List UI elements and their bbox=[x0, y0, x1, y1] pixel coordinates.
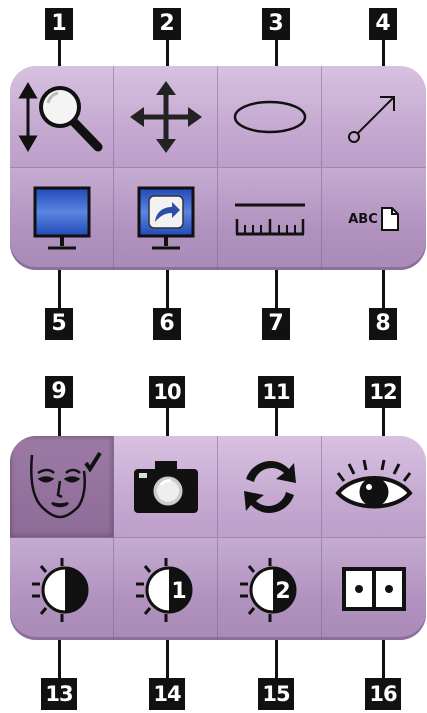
ruler-button[interactable] bbox=[218, 168, 322, 270]
callout-12: 12 bbox=[365, 376, 401, 408]
pan-icon bbox=[126, 77, 206, 157]
contrast-icon bbox=[27, 554, 97, 624]
callout-11: 11 bbox=[258, 376, 294, 408]
camera-button[interactable] bbox=[114, 436, 218, 538]
contrast-2-icon: 2 bbox=[235, 554, 305, 624]
callout-2: 2 bbox=[153, 8, 181, 40]
callout-4: 4 bbox=[369, 8, 397, 40]
callout-15: 15 bbox=[258, 678, 294, 710]
zoom-button[interactable] bbox=[10, 66, 114, 168]
face-check-button[interactable] bbox=[10, 436, 114, 538]
monitor-share-button[interactable] bbox=[114, 168, 218, 270]
annotation-text-button[interactable]: ABC bbox=[322, 168, 426, 270]
callout-14: 14 bbox=[149, 678, 185, 710]
callout-16: 16 bbox=[365, 678, 401, 710]
refresh-button[interactable] bbox=[218, 436, 322, 538]
camera-icon bbox=[131, 457, 201, 517]
monitor-icon bbox=[32, 186, 92, 252]
callout-6: 6 bbox=[153, 308, 181, 340]
ellipse-icon bbox=[230, 92, 310, 142]
image-tools-panel: ABC bbox=[10, 66, 426, 270]
callout-8: 8 bbox=[369, 308, 397, 340]
ellipse-button[interactable] bbox=[218, 66, 322, 168]
contrast-2-label: 2 bbox=[275, 579, 290, 604]
callout-1: 1 bbox=[45, 8, 73, 40]
dual-view-button[interactable] bbox=[322, 538, 426, 640]
annotation-text-label: ABC bbox=[348, 211, 378, 227]
contrast-2-button[interactable]: 2 bbox=[218, 538, 322, 640]
contrast-1-label: 1 bbox=[171, 579, 186, 604]
refresh-icon bbox=[238, 455, 302, 519]
monitor-button[interactable] bbox=[10, 168, 114, 270]
callout-10: 10 bbox=[149, 376, 185, 408]
arrow-button[interactable] bbox=[322, 66, 426, 168]
monitor-share-icon bbox=[136, 186, 196, 252]
eye-icon bbox=[334, 459, 414, 515]
zoom-icon bbox=[16, 77, 108, 157]
annotation-text-icon: ABC bbox=[348, 206, 400, 232]
view-tools-panel: 1 2 bbox=[10, 436, 426, 640]
ruler-icon bbox=[233, 201, 307, 237]
face-check-icon bbox=[20, 447, 104, 527]
eye-button[interactable] bbox=[322, 436, 426, 538]
contrast-1-icon: 1 bbox=[131, 554, 201, 624]
contrast-1-button[interactable]: 1 bbox=[114, 538, 218, 640]
callout-9: 9 bbox=[45, 376, 73, 408]
callout-3: 3 bbox=[262, 8, 290, 40]
pan-button[interactable] bbox=[114, 66, 218, 168]
contrast-button[interactable] bbox=[10, 538, 114, 640]
callout-13: 13 bbox=[41, 678, 77, 710]
arrow-icon bbox=[344, 87, 404, 147]
callout-5: 5 bbox=[45, 308, 73, 340]
dual-view-icon bbox=[339, 564, 409, 614]
callout-7: 7 bbox=[262, 308, 290, 340]
